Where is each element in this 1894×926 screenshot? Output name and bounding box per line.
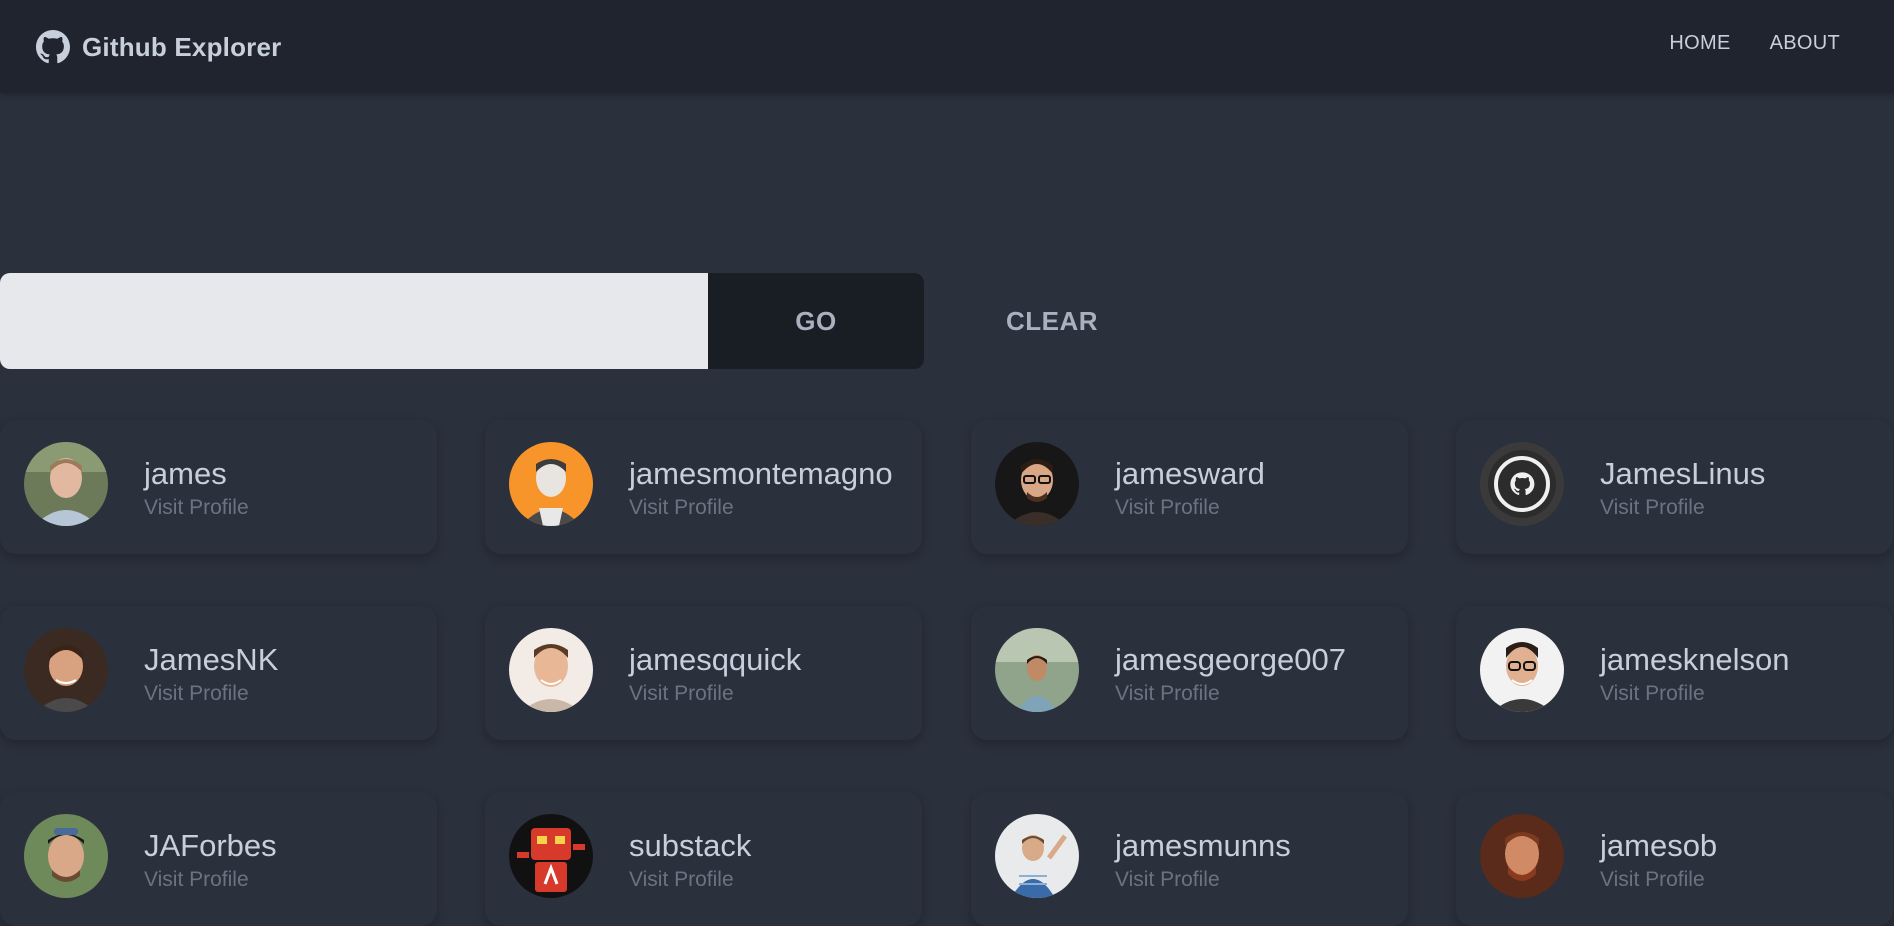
user-name: jamesqquick	[629, 642, 802, 677]
avatar	[995, 628, 1079, 712]
nav-links: HOME ABOUT	[1669, 32, 1840, 55]
user-card[interactable]: substack Visit Profile	[485, 792, 922, 926]
github-logo-icon	[36, 30, 70, 64]
avatar	[509, 814, 593, 898]
avatar	[995, 442, 1079, 526]
visit-profile-link[interactable]: Visit Profile	[629, 682, 734, 706]
brand-title: Github Explorer	[82, 31, 282, 62]
user-card[interactable]: jamesgeorge007 Visit Profile	[971, 606, 1408, 740]
user-card[interactable]: jamesmontemagno Visit Profile	[485, 420, 922, 554]
avatar	[1480, 814, 1564, 898]
search-input[interactable]	[0, 273, 708, 369]
avatar	[24, 628, 108, 712]
user-name: james	[144, 456, 227, 491]
user-name: jamesmunns	[1115, 828, 1291, 863]
visit-profile-link[interactable]: Visit Profile	[1115, 682, 1220, 706]
user-name: jamesmontemagno	[629, 456, 893, 491]
user-name: JamesNK	[144, 642, 279, 677]
user-name: jamesward	[1115, 456, 1265, 491]
go-button[interactable]: GO	[708, 273, 924, 369]
navbar: Github Explorer HOME ABOUT	[0, 0, 1894, 93]
visit-profile-link[interactable]: Visit Profile	[1115, 496, 1220, 520]
visit-profile-link[interactable]: Visit Profile	[629, 868, 734, 892]
user-name: jamesknelson	[1600, 642, 1790, 677]
user-card[interactable]: jamesob Visit Profile	[1456, 792, 1893, 926]
visit-profile-link[interactable]: Visit Profile	[1115, 868, 1220, 892]
user-card[interactable]: JamesLinus Visit Profile	[1456, 420, 1893, 554]
user-card[interactable]: james Visit Profile	[0, 420, 437, 554]
visit-profile-link[interactable]: Visit Profile	[144, 868, 249, 892]
avatar	[1480, 442, 1564, 526]
avatar	[24, 442, 108, 526]
avatar	[24, 814, 108, 898]
user-name: JAForbes	[144, 828, 277, 863]
visit-profile-link[interactable]: Visit Profile	[144, 682, 249, 706]
visit-profile-link[interactable]: Visit Profile	[629, 496, 734, 520]
user-name: jamesgeorge007	[1115, 642, 1346, 677]
user-card[interactable]: jamesqquick Visit Profile	[485, 606, 922, 740]
brand[interactable]: Github Explorer	[36, 27, 281, 67]
user-name: substack	[629, 828, 752, 863]
user-card[interactable]: jamesknelson Visit Profile	[1456, 606, 1893, 740]
clear-button[interactable]: CLEAR	[1000, 273, 1098, 369]
user-card[interactable]: jamesmunns Visit Profile	[971, 792, 1408, 926]
user-card[interactable]: jamesward Visit Profile	[971, 420, 1408, 554]
avatar	[509, 628, 593, 712]
avatar	[995, 814, 1079, 898]
user-name: JamesLinus	[1600, 456, 1766, 491]
user-card[interactable]: JamesNK Visit Profile	[0, 606, 437, 740]
user-name: jamesob	[1600, 828, 1718, 863]
user-card[interactable]: JAForbes Visit Profile	[0, 792, 437, 926]
visit-profile-link[interactable]: Visit Profile	[1600, 682, 1705, 706]
avatar	[509, 442, 593, 526]
avatar	[1480, 628, 1564, 712]
visit-profile-link[interactable]: Visit Profile	[144, 496, 249, 520]
nav-about-link[interactable]: ABOUT	[1770, 32, 1840, 55]
visit-profile-link[interactable]: Visit Profile	[1600, 868, 1705, 892]
visit-profile-link[interactable]: Visit Profile	[1600, 496, 1705, 520]
nav-home-link[interactable]: HOME	[1669, 32, 1730, 55]
